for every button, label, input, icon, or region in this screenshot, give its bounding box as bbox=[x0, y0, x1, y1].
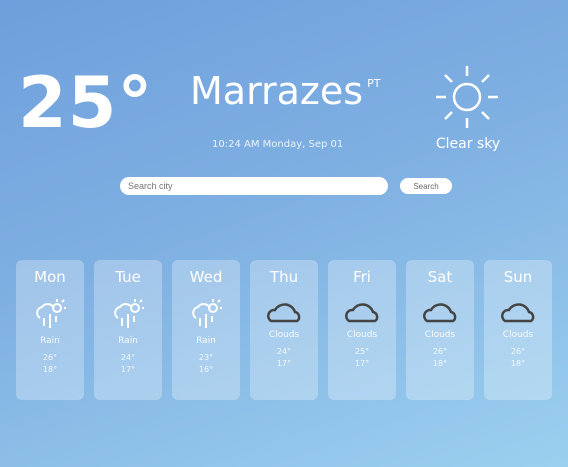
search-button[interactable]: Search bbox=[400, 178, 452, 194]
forecast-list: Mon Rain 26° 18° Tue Rain 24° 17° Wed Rain 2… bbox=[16, 260, 552, 400]
forecast-max: 26° bbox=[510, 347, 526, 356]
current-condition: Clear sky bbox=[435, 136, 501, 152]
cloud-icon bbox=[345, 303, 379, 323]
forecast-min: 18° bbox=[510, 359, 526, 368]
forecast-min: 17° bbox=[354, 359, 370, 368]
current-temperature: 25° bbox=[18, 62, 154, 144]
cloud-icon bbox=[267, 303, 301, 323]
forecast-condition: Clouds bbox=[346, 330, 378, 340]
forecast-max: 24° bbox=[276, 347, 292, 356]
forecast-day: Mon bbox=[34, 268, 66, 286]
forecast-day: Sat bbox=[427, 268, 453, 286]
country-code: PT bbox=[367, 77, 381, 90]
cloud-sun-rain-icon bbox=[114, 299, 144, 328]
forecast-max: 26° bbox=[42, 353, 58, 362]
forecast-day: Wed bbox=[189, 268, 223, 286]
cloud-icon bbox=[423, 303, 457, 323]
forecast-card-thu: Thu Clouds 24° 17° bbox=[250, 260, 318, 400]
forecast-max: 24° bbox=[120, 353, 136, 362]
forecast-condition: Clouds bbox=[424, 330, 456, 340]
forecast-day: Sun bbox=[503, 268, 533, 286]
forecast-card-mon: Mon Rain 26° 18° bbox=[16, 260, 84, 400]
forecast-card-wed: Wed Rain 23° 16° bbox=[172, 260, 240, 400]
sun-icon bbox=[436, 66, 498, 128]
forecast-card-sun: Sun Clouds 26° 18° bbox=[484, 260, 552, 400]
forecast-card-fri: Fri Clouds 25° 17° bbox=[328, 260, 396, 400]
cloud-sun-rain-icon bbox=[36, 299, 66, 328]
forecast-condition: Rain bbox=[118, 336, 138, 346]
forecast-min: 17° bbox=[276, 359, 292, 368]
forecast-day: Thu bbox=[269, 268, 299, 286]
forecast-min: 18° bbox=[432, 359, 448, 368]
city-label: Marrazes bbox=[190, 69, 364, 113]
forecast-card-tue: Tue Rain 24° 17° bbox=[94, 260, 162, 400]
forecast-max: 23° bbox=[198, 353, 214, 362]
cloud-sun-rain-icon bbox=[192, 299, 222, 328]
forecast-day: Fri bbox=[353, 268, 371, 286]
forecast-condition: Rain bbox=[40, 336, 60, 346]
forecast-max: 26° bbox=[432, 347, 448, 356]
forecast-condition: Clouds bbox=[502, 330, 534, 340]
search-input[interactable] bbox=[120, 177, 388, 195]
forecast-min: 17° bbox=[120, 365, 136, 374]
current-datetime: 10:24 AM Monday, Sep 01 bbox=[212, 139, 344, 150]
forecast-condition: Rain bbox=[196, 336, 216, 346]
forecast-max: 25° bbox=[354, 347, 370, 356]
forecast-card-sat: Sat Clouds 26° 18° bbox=[406, 260, 474, 400]
forecast-min: 18° bbox=[42, 365, 58, 374]
forecast-condition: Clouds bbox=[268, 330, 300, 340]
forecast-day: Tue bbox=[115, 268, 141, 286]
city-name: Marrazes PT bbox=[190, 72, 380, 110]
forecast-min: 16° bbox=[198, 365, 214, 374]
cloud-icon bbox=[501, 303, 535, 323]
